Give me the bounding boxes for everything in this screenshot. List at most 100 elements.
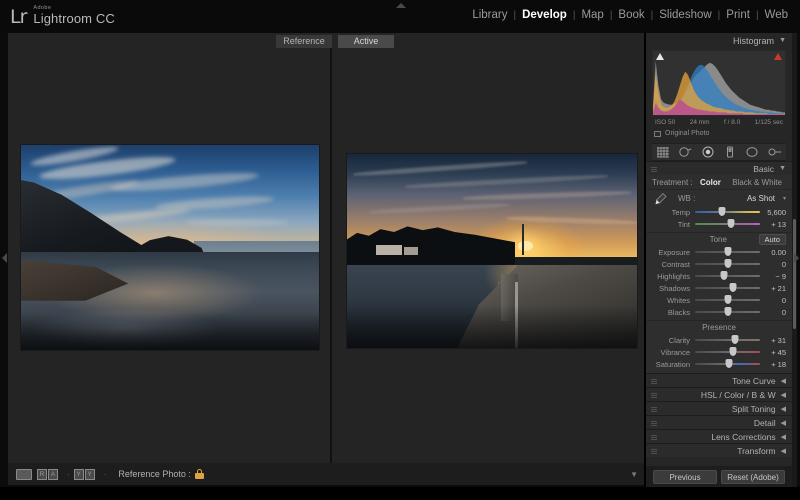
white-balance-value[interactable]: As Shot: [747, 194, 775, 203]
panel-header-lens-corrections[interactable]: Lens Corrections◀: [646, 429, 792, 443]
slider-row-contrast[interactable]: Contrast0: [646, 258, 792, 270]
crop-overlay-icon[interactable]: [656, 146, 670, 159]
compare-view-icon[interactable]: RA: [37, 469, 59, 480]
graduated-filter-icon[interactable]: [723, 146, 737, 159]
slider-track-exposure[interactable]: [695, 247, 760, 257]
slider-value-tint[interactable]: + 13: [760, 220, 786, 229]
right-panel-show-arrow-icon[interactable]: [794, 253, 799, 263]
slider-track-blacks[interactable]: [695, 307, 760, 317]
module-tab-print[interactable]: Print: [720, 9, 756, 21]
chevron-down-icon[interactable]: ▼: [779, 165, 786, 172]
treatment-option-black-and-white[interactable]: Black & White: [728, 178, 786, 187]
chevron-left-icon[interactable]: ◀: [781, 419, 786, 427]
treatment-option-color[interactable]: Color: [696, 178, 725, 187]
slider-track-highlights[interactable]: [695, 271, 760, 281]
active-photo-pane[interactable]: [332, 48, 644, 463]
slider-track-clarity[interactable]: [695, 335, 760, 345]
slider-row-saturation[interactable]: Saturation+ 18: [646, 358, 792, 370]
chevron-left-icon[interactable]: ◀: [781, 433, 786, 441]
histogram-chart[interactable]: [652, 50, 786, 116]
chevron-left-icon[interactable]: ◀: [781, 405, 786, 413]
spot-removal-icon[interactable]: [678, 146, 692, 159]
slider-value-whites[interactable]: 0: [760, 296, 786, 305]
checkbox-icon[interactable]: [654, 131, 661, 137]
slider-row-whites[interactable]: Whites0: [646, 294, 792, 306]
slider-track-tint[interactable]: [695, 219, 760, 229]
slider-row-exposure[interactable]: Exposure0.00: [646, 246, 792, 258]
panel-header-tone-curve[interactable]: Tone Curve◀: [646, 373, 792, 387]
slider-value-temp[interactable]: 5,600: [760, 208, 786, 217]
slider-handle-vibrance[interactable]: [729, 347, 736, 356]
left-panel-show-arrow-icon[interactable]: [2, 253, 7, 263]
module-tab-slideshow[interactable]: Slideshow: [653, 9, 717, 21]
module-tab-develop[interactable]: Develop: [516, 9, 573, 21]
original-photo-toggle[interactable]: Original Photo: [654, 130, 786, 137]
histogram-panel-header[interactable]: Histogram ▼: [646, 33, 792, 48]
slider-handle-highlights[interactable]: [721, 271, 728, 280]
slider-row-tint[interactable]: Tint+ 13: [646, 218, 792, 230]
slider-handle-blacks[interactable]: [724, 307, 731, 316]
slider-handle-saturation[interactable]: [725, 359, 732, 368]
slider-value-vibrance[interactable]: + 45: [760, 348, 786, 357]
module-tab-web[interactable]: Web: [759, 9, 794, 21]
module-tab-book[interactable]: Book: [612, 9, 650, 21]
slider-value-clarity[interactable]: + 31: [760, 336, 786, 345]
reference-photo-pane[interactable]: [8, 48, 330, 463]
module-tab-map[interactable]: Map: [575, 9, 609, 21]
slider-handle-temp[interactable]: [719, 207, 726, 216]
active-photo-image[interactable]: [346, 153, 638, 349]
slider-row-highlights[interactable]: Highlights− 9: [646, 270, 792, 282]
slider-track-shadows[interactable]: [695, 283, 760, 293]
slider-row-vibrance[interactable]: Vibrance+ 45: [646, 346, 792, 358]
red-eye-correction-icon[interactable]: [701, 146, 715, 159]
adjustment-brush-icon[interactable]: [768, 146, 782, 159]
reset-button[interactable]: Reset (Adobe): [721, 470, 785, 484]
module-tab-library[interactable]: Library: [466, 9, 513, 21]
chevron-left-icon[interactable]: ◀: [781, 391, 786, 399]
radial-filter-icon[interactable]: [745, 146, 759, 159]
lock-icon[interactable]: [195, 469, 204, 479]
slider-track-saturation[interactable]: [695, 359, 760, 369]
slider-value-contrast[interactable]: 0: [760, 260, 786, 269]
slider-row-blacks[interactable]: Blacks0: [646, 306, 792, 318]
auto-tone-button[interactable]: Auto: [759, 234, 786, 245]
chevron-down-icon[interactable]: ▾: [783, 195, 786, 202]
slider-handle-shadows[interactable]: [729, 283, 736, 292]
slider-handle-contrast[interactable]: [724, 259, 731, 268]
panel-header-hsl-color-b-w[interactable]: HSL / Color / B & W◀: [646, 387, 792, 401]
slider-value-exposure[interactable]: 0.00: [760, 248, 786, 257]
slider-track-contrast[interactable]: [695, 259, 760, 269]
slider-track-temp[interactable]: [695, 207, 760, 217]
shadow-clipping-icon[interactable]: [656, 53, 664, 60]
slider-track-whites[interactable]: [695, 295, 760, 305]
toolbar-collapse-arrow-icon[interactable]: ▼: [630, 470, 638, 479]
slider-handle-whites[interactable]: [724, 295, 731, 304]
panel-header-split-toning[interactable]: Split Toning◀: [646, 401, 792, 415]
eyedropper-icon[interactable]: [652, 192, 668, 205]
chevron-left-icon[interactable]: ◀: [781, 447, 786, 455]
reference-pane-tab[interactable]: Reference: [276, 35, 332, 48]
chevron-left-icon[interactable]: ◀: [781, 377, 786, 385]
basic-panel-header[interactable]: Basic ▼: [646, 161, 792, 175]
slider-handle-clarity[interactable]: [732, 335, 739, 344]
slider-value-highlights[interactable]: − 9: [760, 272, 786, 281]
slider-track-vibrance[interactable]: [695, 347, 760, 357]
slider-row-shadows[interactable]: Shadows+ 21: [646, 282, 792, 294]
slider-value-blacks[interactable]: 0: [760, 308, 786, 317]
panel-header-transform[interactable]: Transform◀: [646, 443, 792, 457]
slider-value-shadows[interactable]: + 21: [760, 284, 786, 293]
chevron-down-icon[interactable]: ▼: [779, 37, 786, 44]
slider-value-saturation[interactable]: + 18: [760, 360, 786, 369]
loupe-view-icon[interactable]: [16, 469, 32, 480]
previous-button[interactable]: Previous: [653, 470, 717, 484]
survey-view-icon[interactable]: YY: [74, 469, 96, 480]
active-pane-tab[interactable]: Active: [338, 35, 394, 48]
slider-handle-exposure[interactable]: [724, 247, 731, 256]
highlight-clipping-icon[interactable]: [774, 53, 782, 60]
top-panel-collapse-arrow-icon[interactable]: [396, 3, 406, 8]
slider-row-clarity[interactable]: Clarity+ 31: [646, 334, 792, 346]
panel-header-detail[interactable]: Detail◀: [646, 415, 792, 429]
slider-handle-tint[interactable]: [727, 219, 734, 228]
slider-row-temp[interactable]: Temp5,600: [646, 206, 792, 218]
reference-photo-image[interactable]: [20, 144, 320, 351]
